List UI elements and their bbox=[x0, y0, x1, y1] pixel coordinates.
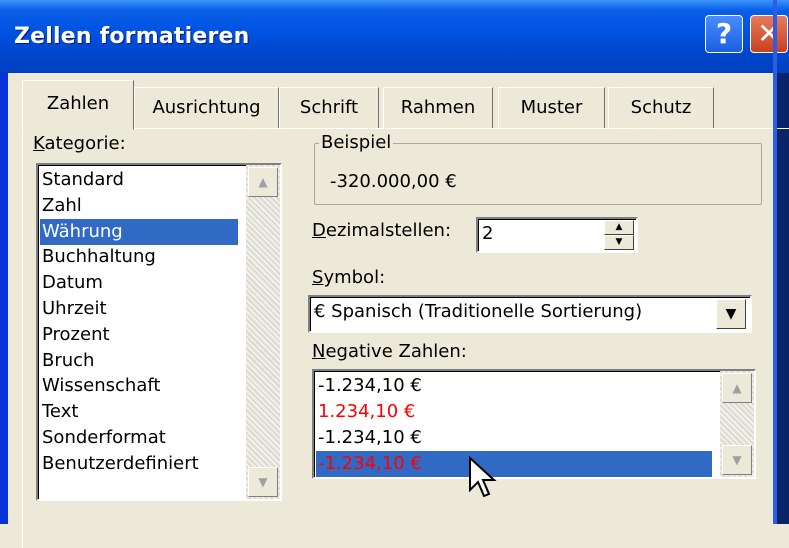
title-bar[interactable]: Zellen formatieren ? ✕ bbox=[0, 0, 789, 73]
scroll-up-button[interactable]: ▲ bbox=[248, 167, 278, 197]
spin-up-button[interactable]: ▲ bbox=[604, 220, 634, 235]
list-item[interactable]: Text bbox=[40, 399, 238, 425]
tab-label: Zahlen bbox=[46, 93, 110, 114]
list-item[interactable]: -1.234,10 € bbox=[316, 425, 712, 451]
mouse-cursor-icon bbox=[469, 456, 497, 498]
window-left-border bbox=[0, 73, 8, 524]
category-listbox[interactable]: Standard Zahl Währung Buchhaltung Datum Uhrze… bbox=[36, 163, 282, 501]
scroll-down-button[interactable]: ▼ bbox=[248, 467, 278, 497]
tab-label: Schutz bbox=[630, 97, 692, 118]
decimals-value: 2 bbox=[482, 223, 494, 244]
tab-schrift[interactable]: Schrift bbox=[279, 87, 379, 129]
list-item[interactable]: Buchhaltung bbox=[40, 244, 238, 270]
tab-label: Muster bbox=[520, 97, 583, 118]
scroll-up-button[interactable]: ▲ bbox=[722, 373, 752, 403]
symbol-value: € Spanisch (Traditionelle Sortierung) bbox=[314, 301, 643, 322]
list-item[interactable]: Wissenschaft bbox=[40, 373, 238, 399]
decimals-label: Dezimalstellen: bbox=[312, 220, 452, 241]
list-item[interactable]: Sonderformat bbox=[40, 425, 238, 451]
list-item[interactable]: Datum bbox=[40, 270, 238, 296]
list-item[interactable]: Uhrzeit bbox=[40, 296, 238, 322]
list-item[interactable]: -1.234,10 € bbox=[316, 451, 712, 477]
negative-label: Negative Zahlen: bbox=[312, 341, 467, 362]
close-button[interactable]: ✕ bbox=[750, 15, 788, 53]
tab-muster[interactable]: Muster bbox=[498, 87, 605, 129]
spin-down-button[interactable]: ▼ bbox=[604, 235, 634, 250]
tab-label: Rahmen bbox=[400, 97, 476, 118]
tab-rahmen[interactable]: Rahmen bbox=[383, 87, 493, 129]
list-item[interactable]: Bruch bbox=[40, 348, 238, 374]
sample-value: -320.000,00 € bbox=[330, 171, 457, 192]
list-item[interactable]: Standard bbox=[40, 167, 238, 193]
help-button[interactable]: ? bbox=[705, 15, 743, 53]
symbol-label: Symbol: bbox=[312, 267, 386, 288]
negative-scrollbar[interactable]: ▲ ▼ bbox=[720, 371, 754, 477]
tab-label: Schrift bbox=[299, 97, 359, 118]
chevron-down-icon[interactable]: ▼ bbox=[716, 299, 746, 329]
category-label: Kategorie: bbox=[33, 133, 126, 154]
tab-schutz[interactable]: Schutz bbox=[608, 87, 714, 129]
list-item[interactable]: Zahl bbox=[40, 193, 238, 219]
category-scrollbar[interactable]: ▲ ▼ bbox=[246, 165, 280, 499]
symbol-combobox[interactable]: € Spanisch (Traditionelle Sortierung) bbox=[308, 295, 752, 333]
window-title: Zellen formatieren bbox=[14, 24, 250, 49]
sample-label: Beispiel bbox=[319, 132, 394, 153]
list-item[interactable]: -1.234,10 € bbox=[316, 373, 712, 399]
list-item[interactable]: Prozent bbox=[40, 322, 238, 348]
dialog-client: Zahlen Ausrichtung Schrift Rahmen Muster… bbox=[8, 73, 789, 548]
list-item[interactable]: Währung bbox=[40, 218, 238, 245]
scroll-down-button[interactable]: ▼ bbox=[722, 445, 752, 475]
list-item[interactable]: 1.234,10 € bbox=[316, 399, 712, 425]
tab-label: Ausrichtung bbox=[152, 97, 261, 118]
window-right-border bbox=[773, 0, 777, 524]
negative-listbox[interactable]: -1.234,10 €1.234,10 € -1.234,10 € -1.234,1… bbox=[312, 369, 756, 479]
tab-zahlen[interactable]: Zahlen bbox=[22, 80, 134, 130]
list-item[interactable]: Benutzerdefiniert bbox=[40, 451, 238, 477]
tab-ausrichtung[interactable]: Ausrichtung bbox=[134, 87, 279, 129]
